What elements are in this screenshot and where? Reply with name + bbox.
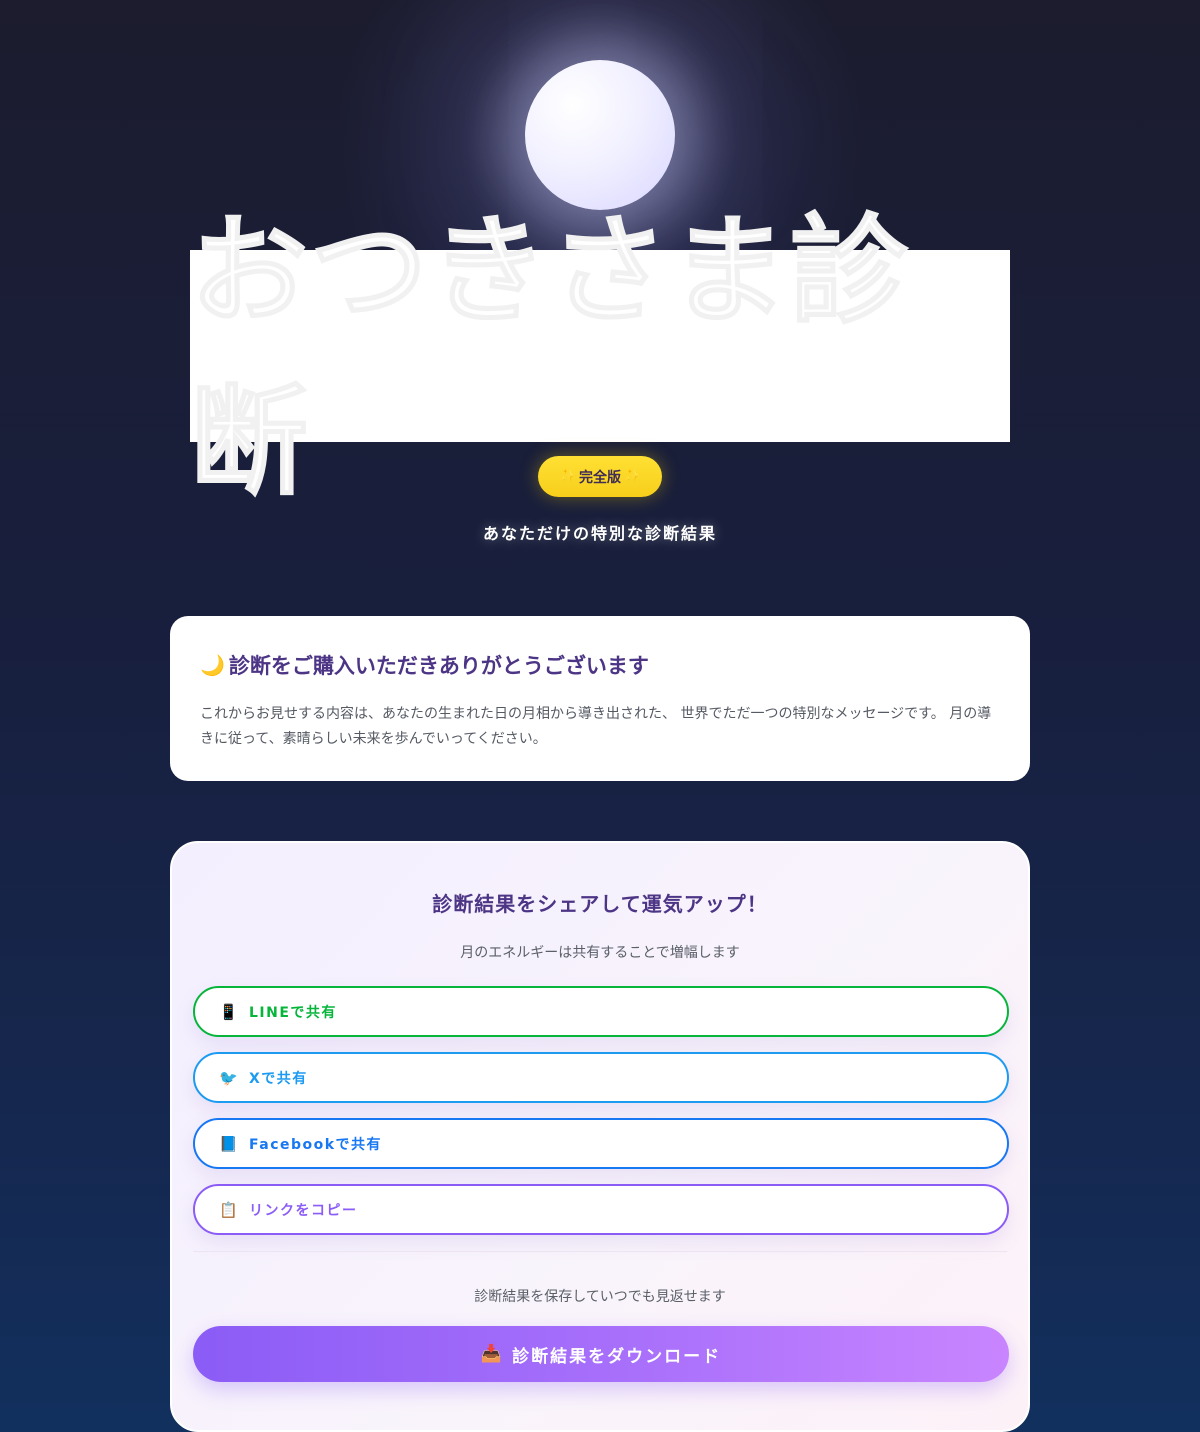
thanks-title: 診断をご購入いただきありがとうございます [228, 654, 649, 678]
share-title: 診断結果をシェアして運気アップ！ [432, 892, 768, 916]
x-share-button[interactable]: 🐦 Xで共有 [193, 1052, 1009, 1103]
download-label: 診断結果をダウンロード [512, 1346, 722, 1367]
crescent-moon-icon: 🌙 [200, 653, 225, 677]
line-share-button[interactable]: 📱 LINEで共有 [193, 986, 1009, 1037]
page-subtitle: あなただけの特別な診断結果 [482, 524, 717, 543]
divider [193, 1251, 1007, 1252]
thanks-message: これからお見せする内容は、あなたの生まれた日の月相から導き出された、 世界でただ… [200, 706, 992, 747]
sparkle-icon: ✨ [559, 469, 576, 484]
copy-link-button[interactable]: 📋 リンクをコピー [193, 1184, 1009, 1235]
phone-icon: 📱 [219, 1002, 240, 1021]
share-button-list: 📱 LINEで共有 🐦 Xで共有 📘 Facebookで共有 📋 リンクをコピー [193, 986, 1009, 1235]
x-share-label: Xで共有 [249, 1070, 308, 1087]
save-hint: 診断結果を保存していつでも見返せます [474, 1289, 726, 1305]
facebook-share-button[interactable]: 📘 Facebookで共有 [193, 1118, 1009, 1169]
sparkle-icon: ✨ [624, 469, 641, 484]
clipboard-icon: 📋 [219, 1200, 240, 1219]
title-banner: おつきさま診断 [189, 201, 1010, 512]
share-subtitle: 月のエネルギーは共有することで増幅します [460, 945, 740, 961]
share-card: 診断結果をシェアして運気アップ！ 月のエネルギーは共有することで増幅します 📱 … [170, 841, 1030, 1432]
blue-book-icon: 📘 [219, 1134, 240, 1153]
facebook-share-label: Facebookで共有 [249, 1136, 383, 1153]
bird-icon: 🐦 [219, 1068, 240, 1087]
complete-edition-badge: ✨ 完全版 ✨ [538, 456, 662, 497]
download-button[interactable]: 📥 診断結果をダウンロード [193, 1326, 1009, 1382]
inbox-tray-icon: 📥 [480, 1344, 505, 1364]
line-share-label: LINEで共有 [249, 1004, 337, 1021]
thanks-card: 🌙 診断をご購入いただきありがとうございます これからお見せする内容は、あなたの… [170, 616, 1030, 781]
badge-label: 完全版 [579, 469, 621, 486]
thanks-heading: 🌙 診断をご購入いただきありがとうございます [200, 650, 1000, 680]
copy-link-label: リンクをコピー [249, 1202, 358, 1219]
